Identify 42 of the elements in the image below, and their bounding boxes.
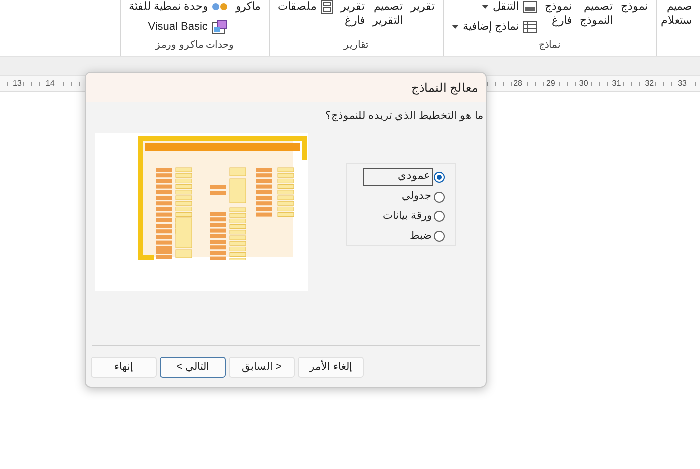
ribbon-button[interactable]: وحدة نمطية للفئة — [128, 0, 228, 14]
ruler-number: 28 — [512, 78, 524, 90]
group-label: وحدات ماكرو ورمز — [154, 39, 236, 53]
dialog-button[interactable]: إنهاء — [91, 357, 157, 378]
ribbon-button[interactable]: التنقل — [452, 0, 537, 14]
ruler-number: 13 — [12, 78, 23, 90]
ruler-number: 30 — [578, 78, 590, 90]
ribbon-button[interactable]: تقرير — [410, 0, 435, 14]
radio-button[interactable] — [434, 192, 445, 203]
ribbon-button[interactable]: صميم ستعلام — [661, 0, 692, 28]
form-grid-icon — [523, 21, 537, 33]
ribbon-button[interactable]: نموذج فارغ — [545, 0, 572, 28]
ribbon-button[interactable]: تقرير فارغ — [340, 0, 365, 28]
code-window-icon — [212, 20, 228, 34]
group-label: نماذج — [538, 39, 562, 53]
radio-label[interactable]: جدولي — [401, 189, 433, 205]
ribbon-button[interactable]: ماكرو — [236, 0, 261, 14]
question-text: ما هو التخطيط الذي تريده للنموذج؟ — [325, 109, 484, 124]
window-title: معالج النماذج — [412, 80, 478, 96]
ruler-number: 29 — [545, 78, 556, 90]
ribbon-button[interactable]: نماذج إضافية — [452, 20, 537, 34]
dialog-button[interactable]: إلغاء الأمر — [298, 357, 364, 378]
radio-label[interactable]: ضبط — [409, 228, 433, 244]
ribbon-button[interactable]: ملصقات — [278, 0, 333, 14]
radio-label[interactable]: ورقة بيانات — [382, 208, 433, 225]
ruler-number: 31 — [611, 78, 622, 90]
radio-button[interactable] — [434, 211, 445, 222]
radio-button[interactable] — [434, 230, 445, 242]
ribbon-button[interactable]: Visual Basic — [128, 20, 228, 34]
caret-icon — [452, 25, 459, 29]
group-label: تقارير — [342, 39, 370, 53]
dialog-button[interactable]: < السابق — [229, 357, 295, 378]
radio-button[interactable] — [434, 172, 445, 183]
ribbon-button[interactable]: تصميم التقرير — [372, 0, 403, 28]
ribbon-button[interactable]: نموذج — [621, 0, 648, 14]
ruler-number: 32 — [644, 78, 656, 90]
radio-label[interactable]: عمودي — [363, 168, 433, 186]
ruler-number: 33 — [677, 78, 688, 90]
caret-icon — [482, 5, 489, 9]
dialog-button[interactable]: التالي > — [160, 357, 226, 378]
ribbon-button[interactable]: تصميم النموذج — [580, 0, 613, 28]
module-icon — [212, 2, 228, 12]
